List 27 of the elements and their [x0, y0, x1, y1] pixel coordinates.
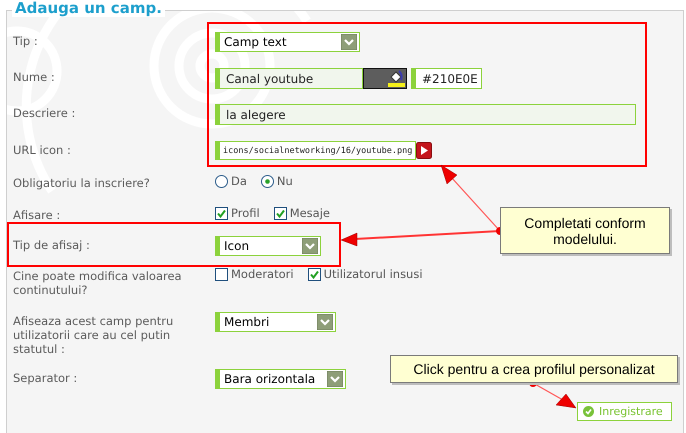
callout-note: Click pentru a crea profilul personalizat [390, 355, 678, 383]
option-label: Utilizatorul insusi [324, 267, 423, 281]
field-label: URL icon : [13, 142, 72, 157]
field-label: Descriere : [13, 105, 76, 120]
section-title: Adauga un camp. [12, 0, 165, 17]
field-label: Tip : [13, 33, 39, 48]
description-field[interactable]: la alegere [215, 104, 636, 125]
field-label: Afiseaza acest camp pentru utilizatorii care au cel putin statutul : [13, 313, 174, 356]
dropdown[interactable]: Bara orizontala [215, 369, 346, 389]
field-label: Afisare : [13, 207, 62, 222]
option-label: Nu [276, 174, 293, 188]
field-label: Obligatoriu la inscriere? [13, 175, 151, 190]
url-field[interactable]: icons/socialnetworking/16/youtube.png [215, 141, 416, 160]
dropdown[interactable]: Icon [215, 236, 321, 256]
dropdown[interactable]: Membri [215, 312, 336, 332]
option-label: Profil [231, 206, 260, 220]
field-label: Separator : [13, 370, 78, 385]
field-label: Cine poate modifica valoarea continutului? [13, 268, 183, 297]
dropdown[interactable]: Camp text [215, 32, 360, 52]
option-label: Mesaje [290, 206, 330, 220]
field-label: Tip de afisaj : [13, 237, 91, 252]
color-code-field[interactable]: #210E0E [411, 68, 482, 89]
option-label: Da [231, 174, 247, 188]
field-label: Nume : [13, 69, 56, 84]
name-field[interactable]: Canal youtube [215, 68, 363, 89]
option-label: Moderatori [231, 267, 294, 281]
callout-note: Completati conform modelului. [500, 207, 670, 254]
